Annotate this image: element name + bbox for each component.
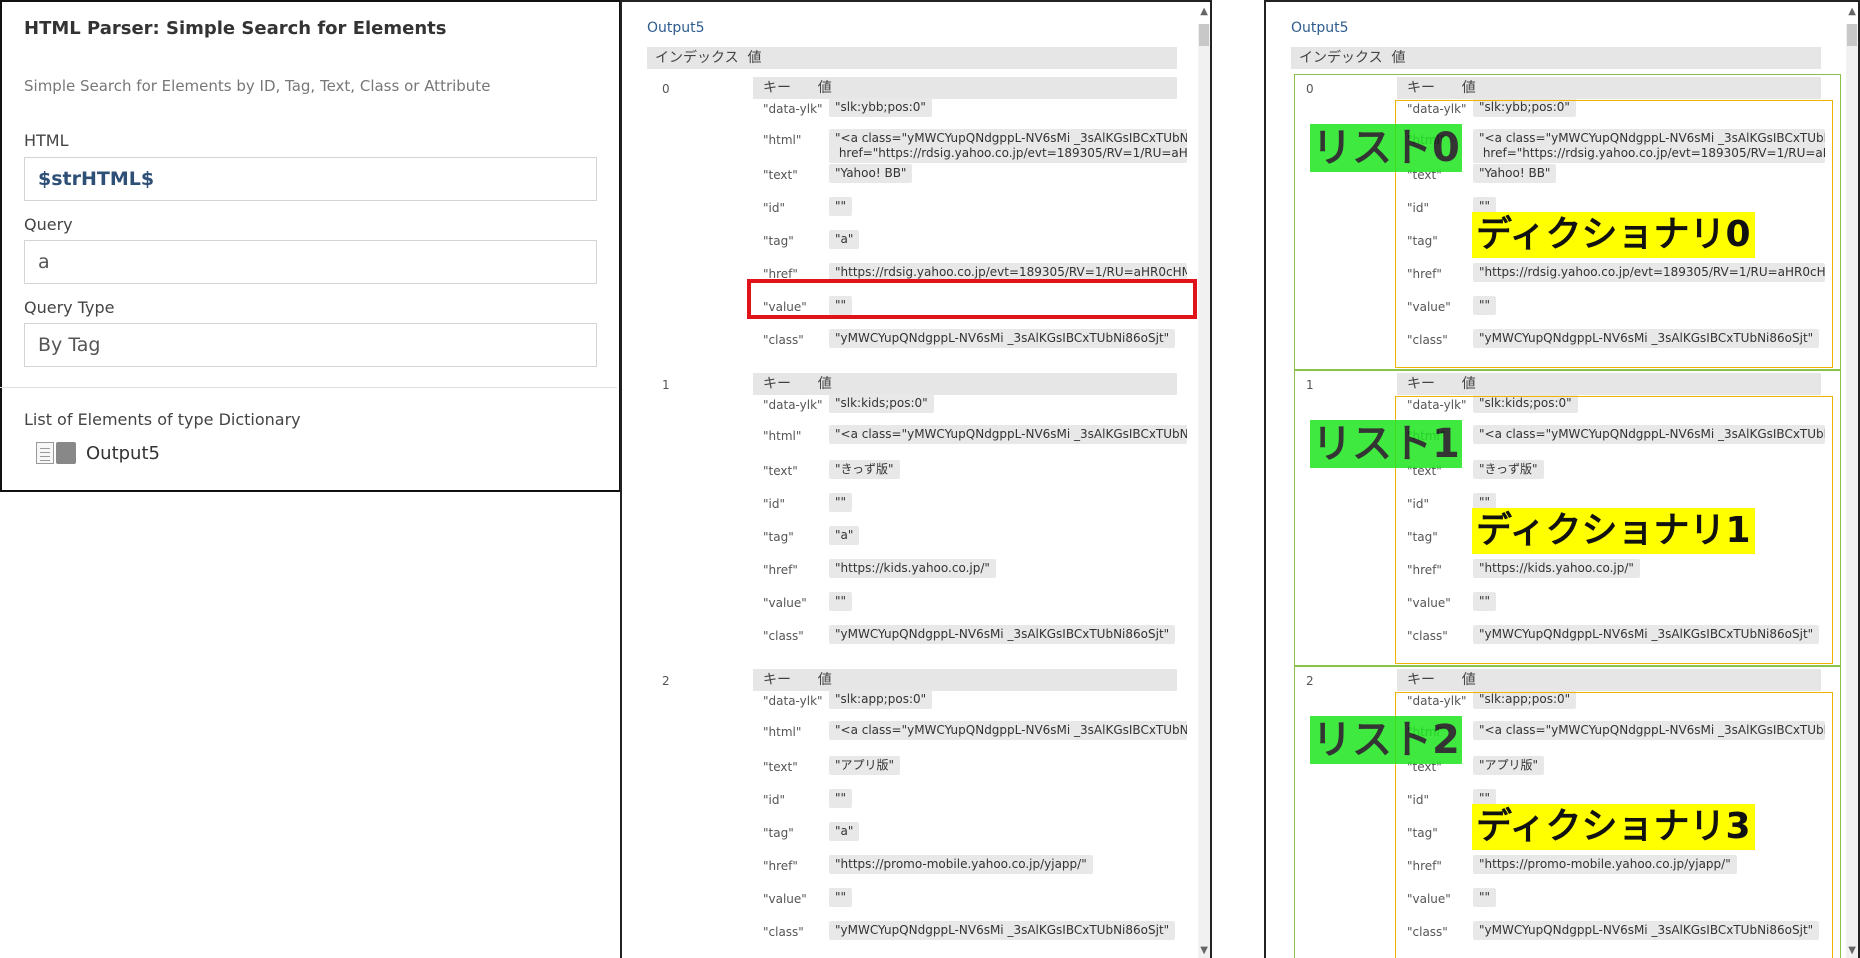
vertical-scrollbar[interactable] <box>1846 24 1858 958</box>
output-title: Output5 <box>1291 20 1349 36</box>
dict-value[interactable]: "" <box>829 789 853 808</box>
scrollbar-thumb[interactable] <box>1199 24 1209 46</box>
scroll-up-icon[interactable]: ▲ <box>1200 6 1208 17</box>
dict-header: キー 値 <box>753 77 1177 99</box>
dict-value[interactable]: "<a class="yMWCYupQNdgppL-NV6sMi _3sAlKG… <box>829 129 1187 163</box>
dict-header: キー 値 <box>753 373 1177 395</box>
scroll-up-icon[interactable]: ▲ <box>1848 6 1856 17</box>
dict-key: "html" <box>763 725 802 739</box>
dict-key: "text" <box>763 760 798 774</box>
output-variable-name: Output5 <box>86 442 160 464</box>
query-type-select[interactable]: By Tag <box>24 323 597 367</box>
output-viewer-original: Output5 インデックス 値 0 キー 値 "data-ylk" "slk:ybb;p… <box>620 0 1212 958</box>
query-input[interactable]: a <box>24 240 597 284</box>
query-field-label: Query <box>24 215 73 234</box>
list-annotation-label: リスト1 <box>1310 420 1462 468</box>
dict-value[interactable]: "yMWCYupQNdgppL-NV6sMi _3sAlKGsIBCxTUbNi… <box>829 329 1176 348</box>
dict-value[interactable]: "slk:kids;pos:0" <box>829 394 934 413</box>
html-input[interactable]: $strHTML$ <box>24 157 597 201</box>
dict-header: キー 値 <box>753 669 1177 691</box>
table-header: インデックス 値 <box>647 47 1177 69</box>
dict-value[interactable]: "アプリ版" <box>829 756 901 775</box>
dict-key: "tag" <box>763 530 794 544</box>
dict-key: "id" <box>763 201 785 215</box>
properties-panel: HTML Parser: Simple Search for Elements … <box>0 0 621 492</box>
dict-value[interactable]: "" <box>829 888 853 907</box>
dict-value[interactable]: "slk:app;pos:0" <box>829 690 933 709</box>
dict-value[interactable]: "" <box>829 592 853 611</box>
entry-index: 2 <box>662 674 670 688</box>
dict-value[interactable]: "Yahoo! BB" <box>829 164 913 183</box>
dictionary-annotation-label: ディクショナリ0 <box>1472 212 1755 258</box>
dict-key: "html" <box>763 429 802 443</box>
dict-value[interactable]: "slk:ybb;pos:0" <box>829 98 932 117</box>
dictionary-annotation-label: ディクショナリ3 <box>1472 804 1755 850</box>
dict-value[interactable]: "https://promo-mobile.yahoo.co.jp/yjapp/… <box>829 855 1093 874</box>
dict-value[interactable]: "きっず版" <box>829 460 900 479</box>
dict-value[interactable]: "a" <box>829 526 860 545</box>
dict-key: "id" <box>763 793 785 807</box>
dict-key: "value" <box>763 596 807 610</box>
dictionary-annotation-label: ディクショナリ1 <box>1472 508 1755 554</box>
dict-value[interactable]: "a" <box>829 230 860 249</box>
dict-value[interactable]: "a" <box>829 822 860 841</box>
dict-key: "href" <box>763 859 798 873</box>
dict-key: "id" <box>763 497 785 511</box>
dict-key: "tag" <box>763 826 794 840</box>
scroll-down-icon[interactable]: ▼ <box>1848 945 1856 956</box>
dict-key: "tag" <box>763 234 794 248</box>
dict-value[interactable]: "<a class="yMWCYupQNdgppL-NV6sMi _3sAlKG… <box>829 721 1187 740</box>
entry-index: 0 <box>662 82 670 96</box>
action-title: HTML Parser: Simple Search for Elements <box>24 18 447 39</box>
dict-key: "value" <box>763 892 807 906</box>
dict-value[interactable]: "" <box>829 493 853 512</box>
dict-key: "data-ylk" <box>763 102 823 116</box>
dictionary-list-icon <box>36 442 76 464</box>
dict-key: "text" <box>763 168 798 182</box>
dict-value[interactable]: "yMWCYupQNdgppL-NV6sMi _3sAlKGsIBCxTUbNi… <box>829 921 1176 940</box>
dict-key: "data-ylk" <box>763 398 823 412</box>
dict-key: "data-ylk" <box>763 694 823 708</box>
dict-key: "class" <box>763 333 804 347</box>
list-annotation-label: リスト0 <box>1310 124 1462 172</box>
output-title: Output5 <box>647 20 705 36</box>
scrollbar-thumb[interactable] <box>1847 24 1857 46</box>
list-annotation-label: リスト2 <box>1310 716 1462 764</box>
output-viewer-annotated: Output5 インデックス 値 0 キー 値 "data-ylk" "slk:ybb;p… <box>1264 0 1860 958</box>
vertical-scrollbar[interactable] <box>1198 24 1210 958</box>
dict-key: "href" <box>763 563 798 577</box>
query-type-label: Query Type <box>24 298 115 317</box>
dict-value[interactable]: "" <box>829 197 853 216</box>
output-label: List of Elements of type Dictionary <box>24 410 301 429</box>
highlight-href-box <box>747 279 1197 319</box>
entry-index: 1 <box>662 378 670 392</box>
divider <box>0 387 617 388</box>
dict-key: "class" <box>763 629 804 643</box>
scroll-down-icon[interactable]: ▼ <box>1200 945 1208 956</box>
dict-key: "text" <box>763 464 798 478</box>
dict-value[interactable]: "https://kids.yahoo.co.jp/" <box>829 559 996 578</box>
action-description: Simple Search for Elements by ID, Tag, T… <box>24 77 491 95</box>
table-header: インデックス 値 <box>1291 47 1821 69</box>
html-field-label: HTML <box>24 131 69 150</box>
dict-key: "html" <box>763 133 802 147</box>
dict-key: "class" <box>763 925 804 939</box>
dict-value[interactable]: "<a class="yMWCYupQNdgppL-NV6sMi _3sAlKG… <box>829 425 1187 444</box>
dict-value[interactable]: "yMWCYupQNdgppL-NV6sMi _3sAlKGsIBCxTUbNi… <box>829 625 1176 644</box>
output-variable[interactable]: Output5 <box>36 442 160 464</box>
